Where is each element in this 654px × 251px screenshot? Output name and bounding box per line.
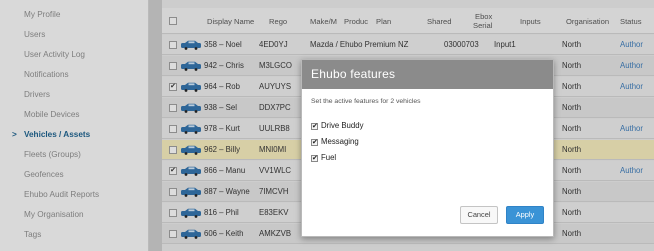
feature-label: Messaging [321,137,359,146]
dialog-title: Ehubo features [302,60,553,89]
feature-checkbox[interactable]: ✔ [311,154,318,162]
feature-checkbox[interactable]: ✔ [311,122,318,130]
dialog-description: Set the active features for 2 vehicles [311,98,421,105]
feature-checkbox[interactable]: ✔ [311,138,318,146]
feature-label: Fuel [321,153,337,162]
apply-button[interactable]: Apply [506,206,544,224]
feature-drive-buddy[interactable]: ✔ Drive Buddy [311,121,363,131]
feature-fuel[interactable]: ✔ Fuel [311,153,336,163]
ehubo-features-dialog: Ehubo features Set the active features f… [301,59,554,237]
feature-label: Drive Buddy [321,121,364,130]
cancel-button[interactable]: Cancel [460,206,498,224]
feature-messaging[interactable]: ✔ Messaging [311,137,359,147]
